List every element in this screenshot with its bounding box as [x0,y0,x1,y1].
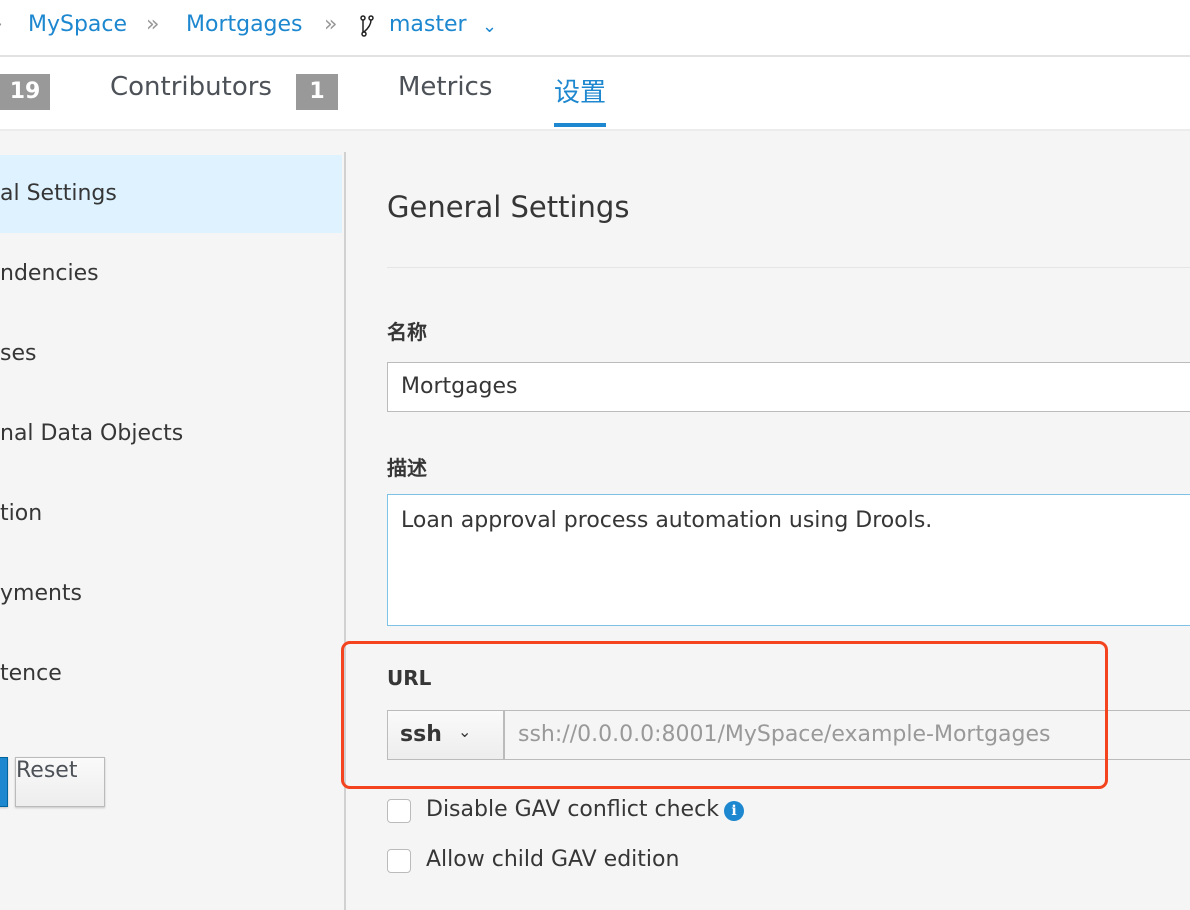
breadcrumb-mortgages[interactable]: Mortgages [186,12,303,37]
sidebar-item-deployments[interactable]: yments [0,555,342,633]
branch-selector[interactable]: master [389,12,467,37]
sidebar-item-knowledge-bases[interactable]: ses [0,315,342,393]
allow-child-gav-label: Allow child GAV edition [426,847,680,872]
tab-contributors[interactable]: Contributors [110,72,272,102]
allow-child-gav-checkbox[interactable] [387,849,411,873]
contributors-badge: 1 [296,74,338,110]
tab-bar: 19 Contributors 1 Metrics 设置 [0,57,1190,131]
breadcrumb-myspace[interactable]: MySpace [28,12,127,37]
sidebar-item-external-data-objects[interactable]: nal Data Objects [0,395,342,473]
sidebar-item-general-settings[interactable]: al Settings [0,155,342,233]
sidebar-item-dependencies[interactable]: ndencies [0,235,342,313]
tab-metrics[interactable]: Metrics [398,72,492,102]
reset-button[interactable]: Reset [15,757,105,807]
name-input[interactable]: Mortgages [387,362,1190,412]
disable-gav-checkbox[interactable] [387,799,411,823]
save-button[interactable] [0,757,8,807]
highlight-box [341,641,1108,789]
sidebar-item-persistence[interactable]: tence [0,635,342,713]
divider [387,267,1190,268]
chevron-down-icon[interactable]: ⌄ [482,16,497,37]
description-textarea[interactable]: Loan approval process automation using D… [387,494,1190,626]
page-title: General Settings [387,190,630,224]
sidebar-divider [344,152,346,910]
sidebar-item-validation[interactable]: tion [0,475,342,553]
description-label: 描述 [387,456,427,480]
breadcrumb: › MySpace » Mortgages » master ⌄ [0,0,1190,57]
info-icon[interactable]: i [724,801,744,821]
chevron-right-icon: › [0,12,3,37]
tab-badge: 19 [0,74,50,110]
name-label: 名称 [387,320,427,344]
tab-settings[interactable]: 设置 [554,72,607,127]
branch-icon [360,14,374,42]
breadcrumb-separator: » [324,12,338,37]
breadcrumb-separator: » [146,12,160,37]
disable-gav-label: Disable GAV conflict check [426,797,719,822]
